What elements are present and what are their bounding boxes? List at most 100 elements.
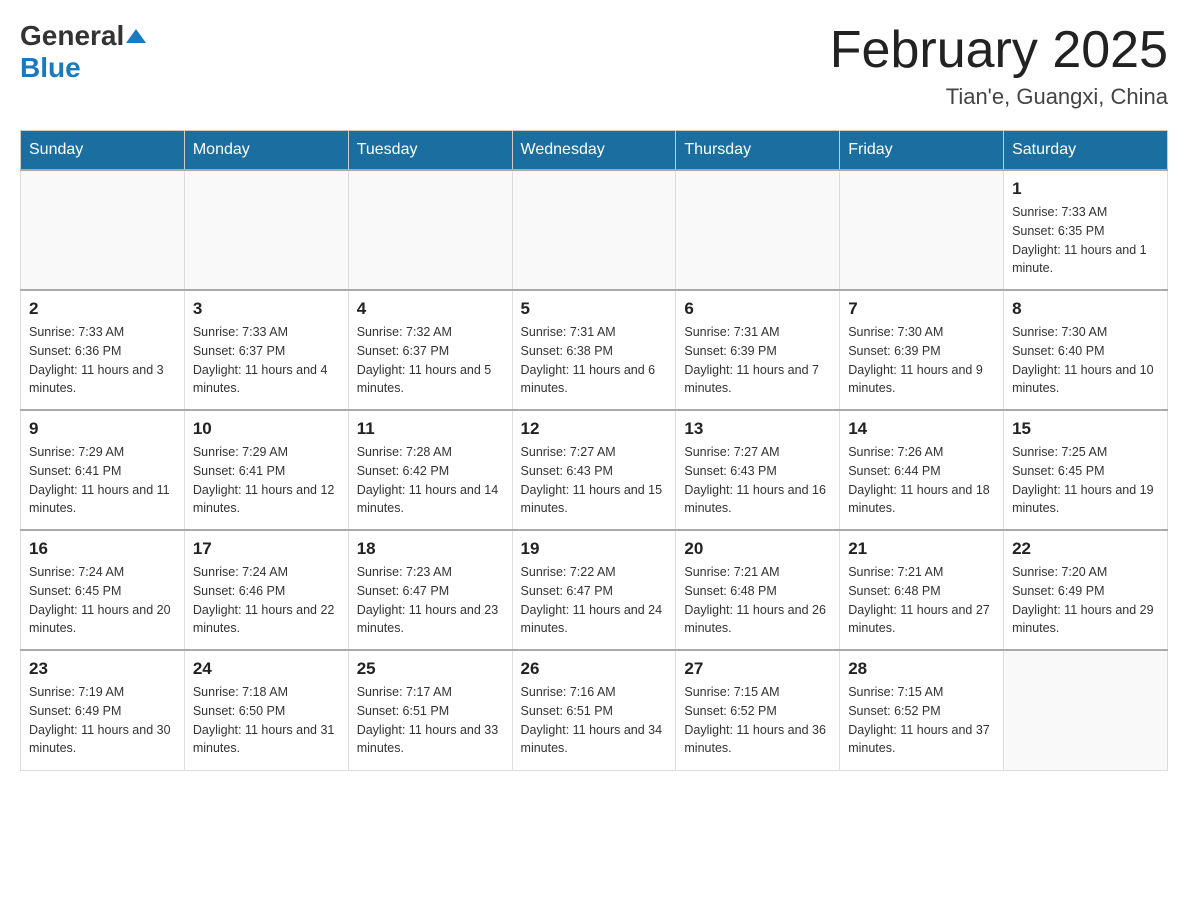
logo-triangle-icon [126, 29, 146, 43]
day-info: Sunrise: 7:33 AMSunset: 6:37 PMDaylight:… [193, 323, 340, 398]
day-number: 17 [193, 539, 340, 559]
calendar-cell: 15 Sunrise: 7:25 AMSunset: 6:45 PMDayligh… [1004, 410, 1168, 530]
day-info: Sunrise: 7:33 AMSunset: 6:36 PMDaylight:… [29, 323, 176, 398]
calendar-header-tuesday: Tuesday [348, 131, 512, 171]
calendar-cell: 10Sunrise: 7:29 AMSunset: 6:41 PMDayligh… [184, 410, 348, 530]
calendar-cell: 6 Sunrise: 7:31 AMSunset: 6:39 PMDaylight… [676, 290, 840, 410]
day-info: Sunrise: 7:19 AMSunset: 6:49 PMDaylight:… [29, 683, 176, 758]
day-info: Sunrise: 7:24 AMSunset: 6:45 PMDaylight:… [29, 563, 176, 638]
calendar-cell: 3 Sunrise: 7:33 AMSunset: 6:37 PMDaylight… [184, 290, 348, 410]
calendar-cell [840, 170, 1004, 290]
calendar-cell: 7 Sunrise: 7:30 AMSunset: 6:39 PMDaylight… [840, 290, 1004, 410]
calendar-cell: 9 Sunrise: 7:29 AMSunset: 6:41 PMDaylight… [21, 410, 185, 530]
calendar-cell: 5 Sunrise: 7:31 AMSunset: 6:38 PMDaylight… [512, 290, 676, 410]
day-info: Sunrise: 7:33 AMSunset: 6:35 PMDaylight:… [1012, 203, 1159, 278]
calendar-cell: 26 Sunrise: 7:16 AMSunset: 6:51 PMDayligh… [512, 650, 676, 770]
calendar-header-wednesday: Wednesday [512, 131, 676, 171]
day-info: Sunrise: 7:20 AMSunset: 6:49 PMDaylight:… [1012, 563, 1159, 638]
calendar-cell: 12Sunrise: 7:27 AMSunset: 6:43 PMDayligh… [512, 410, 676, 530]
day-info: Sunrise: 7:18 AMSunset: 6:50 PMDaylight:… [193, 683, 340, 758]
day-number: 28 [848, 659, 995, 679]
calendar-cell: 20 Sunrise: 7:21 AMSunset: 6:48 PMDayligh… [676, 530, 840, 650]
day-number: 2 [29, 299, 176, 319]
day-number: 27 [684, 659, 831, 679]
day-number: 9 [29, 419, 176, 439]
day-number: 12 [521, 419, 668, 439]
day-number: 4 [357, 299, 504, 319]
week-row-4: 16Sunrise: 7:24 AMSunset: 6:45 PMDayligh… [21, 530, 1168, 650]
day-info: Sunrise: 7:26 AMSunset: 6:44 PMDaylight:… [848, 443, 995, 518]
day-info: Sunrise: 7:24 AMSunset: 6:46 PMDaylight:… [193, 563, 340, 638]
day-number: 14 [848, 419, 995, 439]
calendar-cell [1004, 650, 1168, 770]
calendar-header-thursday: Thursday [676, 131, 840, 171]
day-number: 25 [357, 659, 504, 679]
calendar-cell: 27 Sunrise: 7:15 AMSunset: 6:52 PMDayligh… [676, 650, 840, 770]
day-number: 8 [1012, 299, 1159, 319]
calendar-cell: 21 Sunrise: 7:21 AMSunset: 6:48 PMDayligh… [840, 530, 1004, 650]
day-number: 23 [29, 659, 176, 679]
day-number: 1 [1012, 179, 1159, 199]
calendar-cell [676, 170, 840, 290]
day-info: Sunrise: 7:22 AMSunset: 6:47 PMDaylight:… [521, 563, 668, 638]
logo-blue-text: Blue [20, 52, 81, 84]
day-info: Sunrise: 7:21 AMSunset: 6:48 PMDaylight:… [848, 563, 995, 638]
calendar-cell: 1 Sunrise: 7:33 AMSunset: 6:35 PMDaylight… [1004, 170, 1168, 290]
calendar-cell: 18 Sunrise: 7:23 AMSunset: 6:47 PMDayligh… [348, 530, 512, 650]
day-info: Sunrise: 7:16 AMSunset: 6:51 PMDaylight:… [521, 683, 668, 758]
title-area: February 2025 Tian'e, Guangxi, China [830, 20, 1168, 110]
day-number: 18 [357, 539, 504, 559]
day-info: Sunrise: 7:31 AMSunset: 6:38 PMDaylight:… [521, 323, 668, 398]
day-number: 7 [848, 299, 995, 319]
day-number: 3 [193, 299, 340, 319]
week-row-2: 2 Sunrise: 7:33 AMSunset: 6:36 PMDaylight… [21, 290, 1168, 410]
calendar-cell: 16Sunrise: 7:24 AMSunset: 6:45 PMDayligh… [21, 530, 185, 650]
day-info: Sunrise: 7:31 AMSunset: 6:39 PMDaylight:… [684, 323, 831, 398]
day-info: Sunrise: 7:29 AMSunset: 6:41 PMDaylight:… [29, 443, 176, 518]
day-number: 6 [684, 299, 831, 319]
calendar-header-sunday: Sunday [21, 131, 185, 171]
calendar-header-monday: Monday [184, 131, 348, 171]
day-info: Sunrise: 7:17 AMSunset: 6:51 PMDaylight:… [357, 683, 504, 758]
week-row-5: 23 Sunrise: 7:19 AMSunset: 6:49 PMDayligh… [21, 650, 1168, 770]
day-number: 15 [1012, 419, 1159, 439]
day-number: 20 [684, 539, 831, 559]
calendar-cell [348, 170, 512, 290]
calendar-cell [184, 170, 348, 290]
week-row-3: 9 Sunrise: 7:29 AMSunset: 6:41 PMDaylight… [21, 410, 1168, 530]
day-info: Sunrise: 7:23 AMSunset: 6:47 PMDaylight:… [357, 563, 504, 638]
day-info: Sunrise: 7:15 AMSunset: 6:52 PMDaylight:… [848, 683, 995, 758]
day-number: 13 [684, 419, 831, 439]
calendar-header-row: SundayMondayTuesdayWednesdayThursdayFrid… [21, 131, 1168, 171]
day-info: Sunrise: 7:30 AMSunset: 6:40 PMDaylight:… [1012, 323, 1159, 398]
day-info: Sunrise: 7:21 AMSunset: 6:48 PMDaylight:… [684, 563, 831, 638]
calendar-cell: 22 Sunrise: 7:20 AMSunset: 6:49 PMDayligh… [1004, 530, 1168, 650]
calendar-cell [21, 170, 185, 290]
day-info: Sunrise: 7:32 AMSunset: 6:37 PMDaylight:… [357, 323, 504, 398]
day-number: 19 [521, 539, 668, 559]
calendar-cell [512, 170, 676, 290]
calendar-cell: 14 Sunrise: 7:26 AMSunset: 6:44 PMDayligh… [840, 410, 1004, 530]
day-number: 22 [1012, 539, 1159, 559]
day-info: Sunrise: 7:25 AMSunset: 6:45 PMDaylight:… [1012, 443, 1159, 518]
calendar-cell: 4 Sunrise: 7:32 AMSunset: 6:37 PMDaylight… [348, 290, 512, 410]
calendar-cell: 17 Sunrise: 7:24 AMSunset: 6:46 PMDayligh… [184, 530, 348, 650]
calendar-cell: 28 Sunrise: 7:15 AMSunset: 6:52 PMDayligh… [840, 650, 1004, 770]
day-info: Sunrise: 7:29 AMSunset: 6:41 PMDaylight:… [193, 443, 340, 518]
day-number: 21 [848, 539, 995, 559]
calendar-cell: 2 Sunrise: 7:33 AMSunset: 6:36 PMDaylight… [21, 290, 185, 410]
day-info: Sunrise: 7:28 AMSunset: 6:42 PMDaylight:… [357, 443, 504, 518]
day-info: Sunrise: 7:15 AMSunset: 6:52 PMDaylight:… [684, 683, 831, 758]
day-number: 26 [521, 659, 668, 679]
day-info: Sunrise: 7:27 AMSunset: 6:43 PMDaylight:… [684, 443, 831, 518]
calendar-cell: 25 Sunrise: 7:17 AMSunset: 6:51 PMDayligh… [348, 650, 512, 770]
calendar-cell: 11Sunrise: 7:28 AMSunset: 6:42 PMDayligh… [348, 410, 512, 530]
page-header: General Blue February 2025 Tian'e, Guang… [20, 20, 1168, 110]
day-info: Sunrise: 7:30 AMSunset: 6:39 PMDaylight:… [848, 323, 995, 398]
calendar-table: SundayMondayTuesdayWednesdayThursdayFrid… [20, 130, 1168, 771]
calendar-cell: 24Sunrise: 7:18 AMSunset: 6:50 PMDayligh… [184, 650, 348, 770]
calendar-cell: 19 Sunrise: 7:22 AMSunset: 6:47 PMDayligh… [512, 530, 676, 650]
location-title: Tian'e, Guangxi, China [830, 84, 1168, 110]
day-number: 5 [521, 299, 668, 319]
week-row-1: 1 Sunrise: 7:33 AMSunset: 6:35 PMDaylight… [21, 170, 1168, 290]
